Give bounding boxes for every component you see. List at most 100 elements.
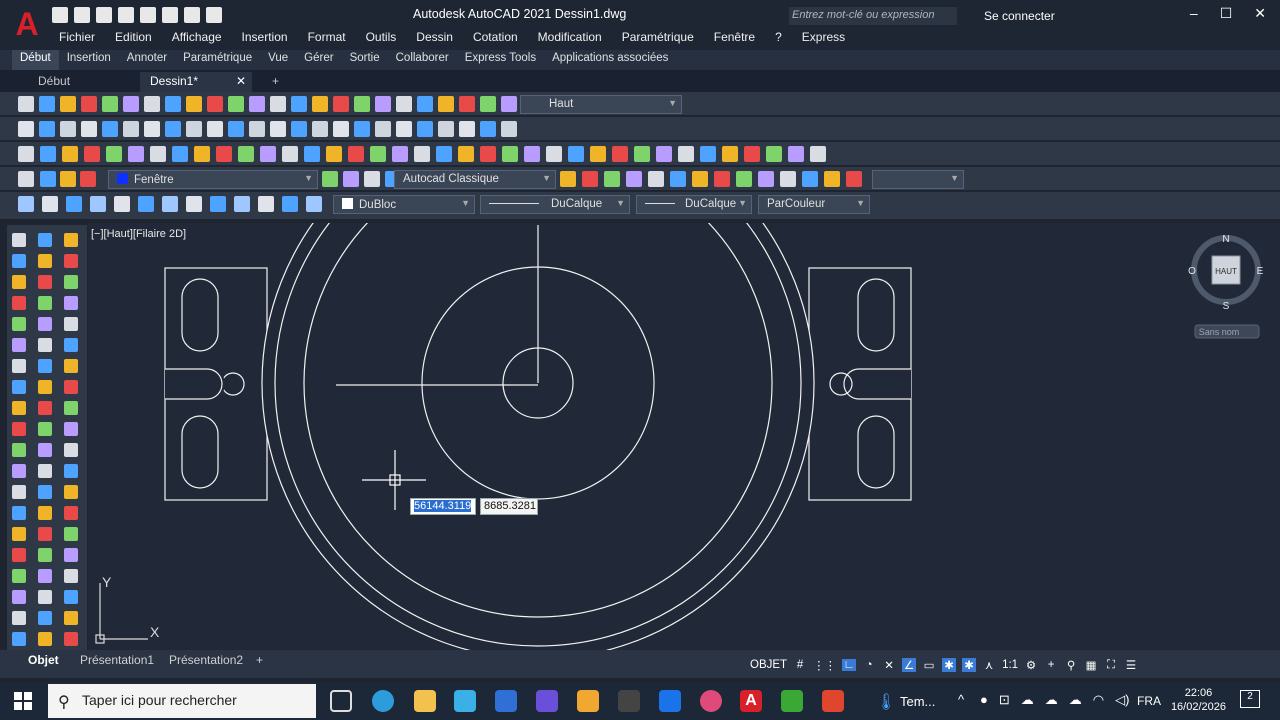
toolbar-tool-icon[interactable] — [766, 146, 782, 162]
tab-layout2[interactable]: Présentation2 — [163, 653, 249, 667]
draw-tool-icon[interactable] — [64, 485, 78, 499]
draw-tool-icon[interactable] — [38, 527, 52, 541]
toolbar-tool-icon[interactable] — [270, 121, 286, 137]
toolbar-tool-icon[interactable] — [81, 96, 97, 112]
draw-tool-icon[interactable] — [38, 632, 52, 646]
draw-tool-icon[interactable] — [64, 422, 78, 436]
toolbar-tool-icon[interactable] — [459, 96, 475, 112]
toolbar-tool-icon[interactable] — [123, 96, 139, 112]
draw-tool-icon[interactable] — [12, 527, 26, 541]
dynamic-input-y[interactable]: 8685.3281 — [480, 498, 538, 515]
menu-item[interactable]: Outils — [366, 30, 397, 44]
menu-item[interactable]: ? — [775, 30, 782, 44]
mic-icon[interactable]: ● — [980, 692, 988, 708]
toolbar-tool-icon[interactable] — [396, 121, 412, 137]
toolbar-tool-icon[interactable] — [60, 121, 76, 137]
language-indicator[interactable]: FRA — [1137, 694, 1161, 708]
dynamic-input-x[interactable]: 56144.3119 — [410, 498, 476, 515]
draw-tool-icon[interactable] — [12, 443, 26, 457]
app-icon-star[interactable] — [618, 690, 640, 712]
toolbar-tool-icon[interactable] — [216, 146, 232, 162]
toolbar-tool-icon[interactable] — [502, 146, 518, 162]
toolbar-tool-icon[interactable] — [238, 146, 254, 162]
draw-tool-icon[interactable] — [64, 233, 78, 247]
toolbar-tool-icon[interactable] — [396, 96, 412, 112]
windows-start-icon[interactable] — [14, 692, 32, 710]
weather-label[interactable]: Tem... — [900, 694, 935, 709]
toolbar-tool-icon[interactable] — [560, 171, 576, 187]
draw-tool-icon[interactable] — [64, 359, 78, 373]
toolbar-tool-icon[interactable] — [18, 96, 34, 112]
cloud-icon[interactable]: ☁ — [1021, 692, 1034, 708]
network-icon[interactable]: ◠ — [1093, 692, 1104, 708]
toolbar-tool-icon[interactable] — [568, 146, 584, 162]
toolbar-tool-icon[interactable] — [590, 146, 606, 162]
draw-tool-icon[interactable] — [12, 422, 26, 436]
toolbar-tool-icon[interactable] — [626, 171, 642, 187]
toolbar-tool-icon[interactable] — [306, 196, 322, 212]
toolbar-tool-icon[interactable] — [524, 146, 540, 162]
toolbar-tool-icon[interactable] — [40, 146, 56, 162]
snap-icon[interactable]: ⋮⋮ — [813, 658, 836, 672]
draw-tool-icon[interactable] — [64, 548, 78, 562]
open-icon[interactable] — [52, 7, 68, 23]
plotstyle-combo[interactable]: ParCouleur ▼ — [758, 195, 870, 214]
toolbar-tool-icon[interactable] — [722, 146, 738, 162]
ribbon-tab[interactable]: Express Tools — [457, 50, 544, 70]
toolbar-tool-icon[interactable] — [18, 196, 34, 212]
draw-tool-icon[interactable] — [64, 632, 78, 646]
undo-icon[interactable] — [162, 7, 178, 23]
draw-tool-icon[interactable] — [38, 401, 52, 415]
menu-item[interactable]: Paramétrique — [622, 30, 694, 44]
annotation-scale-icon[interactable]: ⋏ — [982, 658, 996, 672]
toolbar-tool-icon[interactable] — [282, 146, 298, 162]
draw-tool-icon[interactable] — [64, 380, 78, 394]
draw-tool-icon[interactable] — [64, 317, 78, 331]
task-view-icon[interactable] — [330, 690, 352, 712]
color-combo[interactable]: DuBloc ▼ — [333, 195, 475, 214]
toolbar-tool-icon[interactable] — [656, 146, 672, 162]
toolbar-tool-icon[interactable] — [165, 121, 181, 137]
redo-icon[interactable] — [184, 7, 200, 23]
autocad-taskbar-icon[interactable]: A — [740, 690, 762, 712]
draw-tool-icon[interactable] — [12, 296, 26, 310]
toolbar-tool-icon[interactable] — [436, 146, 452, 162]
app-icon-blue[interactable] — [659, 690, 681, 712]
draw-tool-icon[interactable] — [38, 275, 52, 289]
toolbar-tool-icon[interactable] — [758, 171, 774, 187]
draw-tool-icon[interactable] — [12, 275, 26, 289]
draw-tool-icon[interactable] — [38, 422, 52, 436]
toolbar-tool-icon[interactable] — [234, 196, 250, 212]
toolbar-tool-icon[interactable] — [42, 196, 58, 212]
toolbar-tool-icon[interactable] — [343, 171, 359, 187]
toolbar-tool-icon[interactable] — [102, 96, 118, 112]
close-tab-icon[interactable]: ✕ — [236, 74, 246, 88]
toolbar-tool-icon[interactable] — [648, 171, 664, 187]
toolbar-tool-icon[interactable] — [162, 196, 178, 212]
draw-tool-icon[interactable] — [12, 338, 26, 352]
toolbar-tool-icon[interactable] — [846, 171, 862, 187]
saveas-icon[interactable] — [96, 7, 112, 23]
toolbar-tool-icon[interactable] — [210, 196, 226, 212]
toolbar-tool-icon[interactable] — [612, 146, 628, 162]
toolbar-tool-icon[interactable] — [692, 171, 708, 187]
menu-item[interactable]: Fichier — [59, 30, 95, 44]
toolbar-tool-icon[interactable] — [370, 146, 386, 162]
lineweight-combo[interactable]: DuCalque ▼ — [636, 195, 752, 214]
toolbar-tool-icon[interactable] — [417, 121, 433, 137]
customization-icon[interactable]: ☰ — [1124, 658, 1138, 672]
draw-tool-icon[interactable] — [38, 506, 52, 520]
draw-tool-icon[interactable] — [12, 317, 26, 331]
draw-tool-icon[interactable] — [12, 506, 26, 520]
draw-tool-icon[interactable] — [12, 632, 26, 646]
draw-tool-icon[interactable] — [64, 611, 78, 625]
draw-tool-icon[interactable] — [38, 380, 52, 394]
draw-tool-icon[interactable] — [64, 590, 78, 604]
toolbar-tool-icon[interactable] — [66, 196, 82, 212]
toolbar-tool-icon[interactable] — [228, 96, 244, 112]
toolbar-tool-icon[interactable] — [375, 121, 391, 137]
toolbar-tool-icon[interactable] — [62, 146, 78, 162]
app-icon-red[interactable] — [822, 690, 844, 712]
toolbar-tool-icon[interactable] — [106, 146, 122, 162]
toolbar-tool-icon[interactable] — [114, 196, 130, 212]
